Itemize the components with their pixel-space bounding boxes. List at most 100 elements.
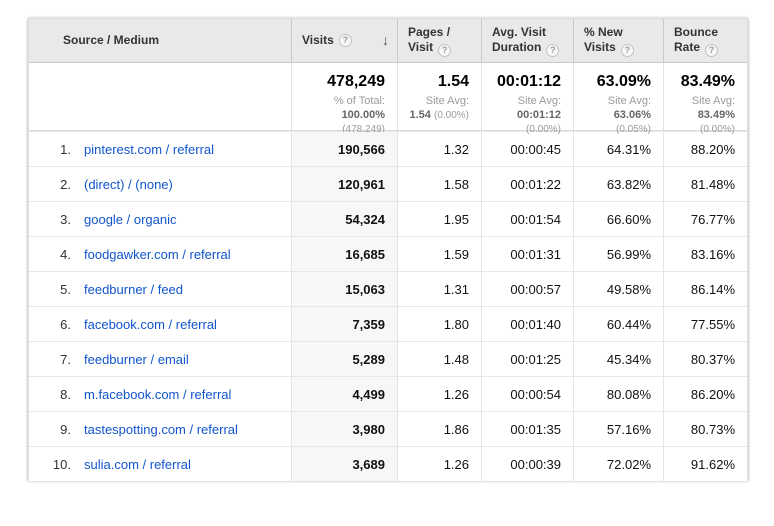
visits-cell: 7,359	[291, 307, 397, 341]
pct-new-visits-cell: 72.02%	[573, 447, 663, 481]
column-header-avg-visit-duration[interactable]: Avg. Visit Duration?	[481, 19, 573, 62]
table-row: 6. facebook.com / referral 7,359 1.80 00:…	[29, 306, 747, 341]
pct-new-visits-cell: 57.16%	[573, 412, 663, 446]
bounce-rate-cell: 76.77%	[663, 202, 747, 236]
column-header-label: Visits	[302, 33, 334, 48]
visits-cell: 15,063	[291, 272, 397, 306]
table-row: 8. m.facebook.com / referral 4,499 1.26 0…	[29, 376, 747, 411]
avg-visit-duration-cell: 00:01:40	[481, 307, 573, 341]
source-medium-link[interactable]: feedburner / feed	[84, 282, 183, 297]
help-icon[interactable]: ?	[546, 44, 559, 57]
visits-cell: 3,689	[291, 447, 397, 481]
source-medium-link[interactable]: foodgawker.com / referral	[84, 247, 231, 262]
pct-new-visits-cell: 45.34%	[573, 342, 663, 376]
visits-cell: 54,324	[291, 202, 397, 236]
source-medium-link[interactable]: m.facebook.com / referral	[84, 387, 231, 402]
bounce-rate-cell: 83.16%	[663, 237, 747, 271]
bounce-rate-cell: 86.14%	[663, 272, 747, 306]
table-header-row: Source / Medium Visits ? ↓ Pages / Visit…	[29, 19, 747, 63]
summary-source-empty	[29, 63, 291, 130]
pct-new-visits-cell: 64.31%	[573, 132, 663, 166]
source-medium-link[interactable]: sulia.com / referral	[84, 457, 191, 472]
row-rank: 2.	[29, 177, 71, 192]
table-row: 3.google / organic 54,324 1.95 00:01:54 …	[29, 201, 747, 236]
pages-per-visit-cell: 1.26	[397, 447, 481, 481]
pages-per-visit-cell: 1.58	[397, 167, 481, 201]
pages-per-visit-cell: 1.86	[397, 412, 481, 446]
row-rank: 6.	[29, 317, 71, 332]
row-rank: 9.	[29, 422, 71, 437]
pages-per-visit-cell: 1.95	[397, 202, 481, 236]
help-icon[interactable]: ?	[438, 44, 451, 57]
source-medium-link[interactable]: facebook.com / referral	[84, 317, 217, 332]
help-icon[interactable]: ?	[339, 34, 352, 47]
avg-visit-duration-cell: 00:00:39	[481, 447, 573, 481]
bounce-rate-cell: 81.48%	[663, 167, 747, 201]
avg-visit-duration-cell: 00:01:25	[481, 342, 573, 376]
table-row: 5. feedburner / feed 15,063 1.31 00:00:57…	[29, 271, 747, 306]
summary-pages-subtext: Site Avg: 1.54 (0.00%)	[402, 94, 469, 123]
avg-visit-duration-cell: 00:00:54	[481, 377, 573, 411]
pages-per-visit-cell: 1.32	[397, 132, 481, 166]
bounce-rate-cell: 88.20%	[663, 132, 747, 166]
row-rank: 3.	[29, 212, 71, 227]
screenshot-stage: Source / Medium Visits ? ↓ Pages / Visit…	[0, 0, 774, 526]
summary-bounce-subtext: Site Avg: 83.49% (0.00%)	[668, 94, 735, 137]
source-medium-link[interactable]: (direct) / (none)	[84, 177, 173, 192]
pct-new-visits-cell: 56.99%	[573, 237, 663, 271]
pct-new-visits-cell: 80.08%	[573, 377, 663, 411]
pages-per-visit-cell: 1.31	[397, 272, 481, 306]
summary-bounce-rate: 83.49% Site Avg: 83.49% (0.00%)	[663, 63, 747, 130]
row-rank: 8.	[29, 387, 71, 402]
column-header-source-medium[interactable]: Source / Medium	[29, 19, 291, 62]
source-medium-link[interactable]: tastespotting.com / referral	[84, 422, 238, 437]
column-header-pages-per-visit[interactable]: Pages / Visit?	[397, 19, 481, 62]
source-medium-report-table: Source / Medium Visits ? ↓ Pages / Visit…	[28, 18, 748, 480]
visits-cell: 4,499	[291, 377, 397, 411]
source-medium-link[interactable]: google / organic	[84, 212, 177, 227]
source-medium-link[interactable]: feedburner / email	[84, 352, 189, 367]
pages-per-visit-cell: 1.48	[397, 342, 481, 376]
column-header-bounce-rate[interactable]: Bounce Rate?	[663, 19, 747, 62]
summary-row: 478,249 % of Total: 100.00% (478,249) 1.…	[29, 63, 747, 131]
visits-cell: 3,980	[291, 412, 397, 446]
help-icon[interactable]: ?	[705, 44, 718, 57]
avg-visit-duration-cell: 00:00:45	[481, 132, 573, 166]
summary-visits-subtext: % of Total: 100.00% (478,249)	[296, 94, 385, 137]
summary-new-visits-subtext: Site Avg: 63.06% (0.05%)	[578, 94, 651, 137]
pages-per-visit-cell: 1.26	[397, 377, 481, 411]
pages-per-visit-cell: 1.80	[397, 307, 481, 341]
visits-cell: 5,289	[291, 342, 397, 376]
avg-visit-duration-cell: 00:01:31	[481, 237, 573, 271]
table-row: 7.feedburner / email 5,289 1.48 00:01:25…	[29, 341, 747, 376]
bounce-rate-cell: 86.20%	[663, 377, 747, 411]
table-row: 10. sulia.com / referral 3,689 1.26 00:00…	[29, 446, 747, 481]
avg-visit-duration-cell: 00:00:57	[481, 272, 573, 306]
column-header-pct-new-visits[interactable]: % New Visits?	[573, 19, 663, 62]
row-rank: 5.	[29, 282, 71, 297]
pct-new-visits-cell: 63.82%	[573, 167, 663, 201]
row-rank: 4.	[29, 247, 71, 262]
source-medium-link[interactable]: pinterest.com / referral	[84, 142, 214, 157]
visits-cell: 120,961	[291, 167, 397, 201]
row-rank: 10.	[29, 457, 71, 472]
column-header-label: % New Visits	[584, 25, 623, 54]
table-row: 9. tastespotting.com / referral 3,980 1.8…	[29, 411, 747, 446]
table-row: 4.foodgawker.com / referral 16,685 1.59 …	[29, 236, 747, 271]
pct-new-visits-cell: 60.44%	[573, 307, 663, 341]
pct-new-visits-cell: 66.60%	[573, 202, 663, 236]
table-row: 2.(direct) / (none) 120,961 1.58 00:01:2…	[29, 166, 747, 201]
bounce-rate-cell: 80.37%	[663, 342, 747, 376]
summary-pages-per-visit: 1.54 Site Avg: 1.54 (0.00%)	[397, 63, 481, 130]
sort-descending-icon: ↓	[378, 33, 389, 48]
column-header-label: Source / Medium	[63, 33, 159, 48]
bounce-rate-cell: 77.55%	[663, 307, 747, 341]
column-header-label: Avg. Visit Duration	[492, 25, 546, 54]
column-header-visits[interactable]: Visits ? ↓	[291, 19, 397, 62]
summary-pct-new-visits: 63.09% Site Avg: 63.06% (0.05%)	[573, 63, 663, 130]
help-icon[interactable]: ?	[621, 44, 634, 57]
table-row: 1.pinterest.com / referral 190,566 1.32 …	[29, 131, 747, 166]
summary-total-visits: 478,249	[296, 72, 385, 92]
summary-avg-visit-duration: 00:01:12 Site Avg: 00:01:12 (0.00%)	[481, 63, 573, 130]
avg-visit-duration-cell: 00:01:35	[481, 412, 573, 446]
